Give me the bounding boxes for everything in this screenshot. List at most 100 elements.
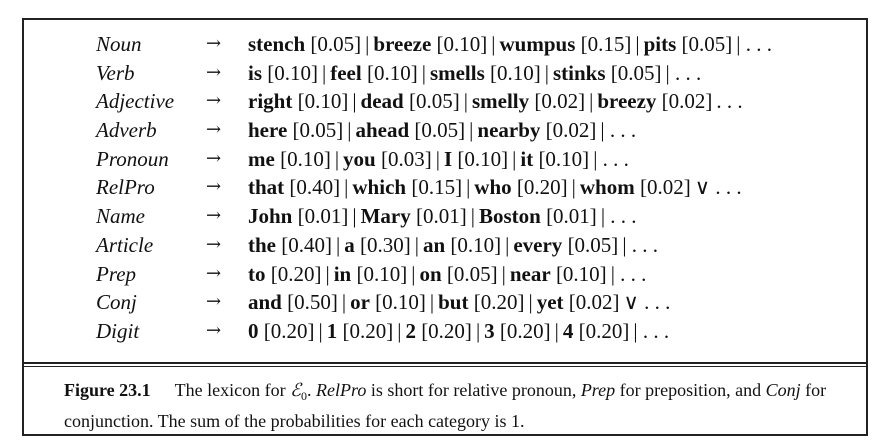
production-probability: [0.02]: [639, 175, 691, 200]
rule-continuation: | . . .: [610, 261, 647, 286]
production-probability: [0.05]: [610, 60, 662, 85]
rule-category: Name: [96, 204, 145, 229]
production-probability: [0.02]: [568, 290, 620, 315]
lexicon-rule: Digit → 0 [0.20] | 1 [0.20] | 2 [0.20] | 3 [0.20…: [84, 317, 864, 346]
lexicon-rule: Name → John [0.01] | Mary [0.01] | Boston [0.0…: [84, 202, 864, 231]
production-word: wumpus: [499, 32, 576, 56]
rule-arrow: →: [206, 61, 222, 83]
rule-continuation: . . .: [716, 89, 743, 114]
production-separator: |: [466, 175, 471, 200]
rule-productions: that [0.40] | which [0.15] | who [0.20] | whom…: [248, 173, 746, 201]
caption-divider: [24, 362, 866, 364]
production-probability: [0.15]: [411, 175, 463, 200]
production-separator: |: [491, 32, 496, 56]
production-separator: |: [544, 60, 549, 85]
caption-text-3: is short for relative pronoun,: [366, 380, 581, 400]
lexicon-rule: Prep → to [0.20] | in [0.10] | on [0.05] | near …: [84, 260, 864, 289]
rule-arrow: →: [206, 319, 222, 341]
production-probability: [0.05]: [292, 118, 344, 143]
production-word: in: [333, 261, 352, 286]
rule-productions: is [0.10] | feel [0.10] | smells [0.10] | stin…: [248, 59, 705, 87]
production-separator: |: [505, 232, 510, 257]
production-probability: [0.20]: [473, 290, 525, 315]
caption-conj: Conj: [765, 380, 801, 400]
production-word: yet: [536, 290, 564, 315]
lexicon-rule: RelPro → that [0.40] | which [0.15] | who [0.2…: [84, 173, 864, 202]
rule-category: Prep: [96, 261, 137, 286]
production-word: on: [419, 261, 442, 286]
production-word: 3: [484, 318, 495, 343]
production-separator: |: [411, 261, 416, 286]
production-probability: [0.02]: [661, 89, 713, 114]
rule-arrow: →: [206, 119, 222, 141]
figure-caption: Figure 23.1 The lexicon for ℰ0. RelPro is…: [64, 378, 844, 434]
rule-arrow: →: [206, 176, 222, 198]
production-probability: [0.01]: [297, 204, 349, 229]
rule-continuation: | . . .: [622, 232, 659, 257]
caption-text-4: for preposition, and: [615, 380, 766, 400]
production-probability: [0.05]: [567, 232, 619, 257]
rule-continuation: | . . .: [600, 204, 637, 229]
production-word: to: [248, 261, 266, 286]
rule-productions: to [0.20] | in [0.10] | on [0.05] | near [0.10…: [248, 260, 650, 288]
production-separator: |: [463, 89, 468, 114]
lexicon-rule: Pronoun → me [0.10] | you [0.03] | I [0.10] | it…: [84, 145, 864, 174]
rule-arrow: →: [206, 291, 222, 313]
lexicon-rule: Adjective → right [0.10] | dead [0.05] | smell…: [84, 87, 864, 116]
production-word: stinks: [552, 60, 606, 85]
production-probability: [0.10]: [538, 146, 590, 171]
production-probability: [0.02]: [534, 89, 586, 114]
lexicon-rule: Adverb → here [0.05] | ahead [0.05] | nearby […: [84, 116, 864, 145]
rule-productions: stench [0.05] | breeze [0.10] | wumpus [0.15…: [248, 30, 776, 58]
production-word: breezy: [597, 89, 657, 114]
rule-continuation: | . . .: [736, 32, 773, 56]
production-probability: [0.05]: [681, 32, 733, 56]
production-word: me: [248, 146, 275, 171]
rule-category: Digit: [96, 318, 140, 343]
script-e-symbol: ℰ: [290, 380, 302, 400]
lexicon-rules: Noun → stench [0.05] | breeze [0.10] | wumpus …: [84, 30, 864, 346]
production-probability: [0.40]: [281, 232, 332, 257]
production-word: near: [509, 261, 551, 286]
production-word: which: [352, 175, 407, 200]
rule-arrow: →: [206, 262, 222, 284]
production-word: Boston: [478, 204, 541, 229]
production-word: 4: [562, 318, 574, 343]
rule-continuation: | . . .: [593, 146, 629, 171]
production-probability: [0.20]: [421, 318, 472, 343]
production-separator: |: [571, 175, 576, 200]
rule-arrow: →: [206, 147, 222, 169]
production-word: right: [248, 89, 293, 114]
caption-relpro: RelPro: [316, 380, 367, 400]
production-probability: [0.10]: [555, 261, 607, 286]
production-probability: [0.05]: [310, 32, 362, 56]
rule-arrow: →: [206, 233, 222, 255]
production-word: and: [248, 290, 282, 315]
production-probability: [0.01]: [546, 204, 597, 229]
production-separator: |: [347, 118, 352, 143]
lexicon-rule: Article → the [0.40] | a [0.30] | an [0.10] | ev…: [84, 231, 864, 260]
production-probability: [0.20]: [499, 318, 551, 343]
production-probability: [0.10]: [375, 290, 426, 315]
production-probability: [0.05]: [408, 89, 460, 114]
rule-arrow: →: [206, 205, 222, 227]
production-probability: [0.10]: [297, 89, 349, 114]
production-separator: |: [429, 290, 435, 315]
production-word: ahead: [355, 118, 410, 143]
production-separator: |: [336, 232, 341, 257]
rule-category: Noun: [96, 32, 142, 56]
production-probability: [0.10]: [457, 146, 509, 171]
production-word: that: [248, 175, 285, 200]
production-separator: |: [365, 32, 370, 56]
production-probability: [0.02]: [545, 118, 597, 143]
production-separator: |: [322, 60, 327, 85]
production-word: you: [343, 146, 376, 171]
production-word: or: [350, 290, 370, 315]
rule-category: Verb: [96, 60, 135, 85]
production-word: John: [248, 204, 293, 229]
rule-category: Conj: [96, 290, 137, 315]
rule-productions: me [0.10] | you [0.03] | I [0.10] | it [0.10] |…: [248, 145, 633, 173]
rule-category: Article: [96, 232, 154, 257]
production-word: breeze: [373, 32, 432, 56]
rule-productions: and [0.50] | or [0.10] | but [0.20] | yet [0.0…: [248, 288, 674, 316]
